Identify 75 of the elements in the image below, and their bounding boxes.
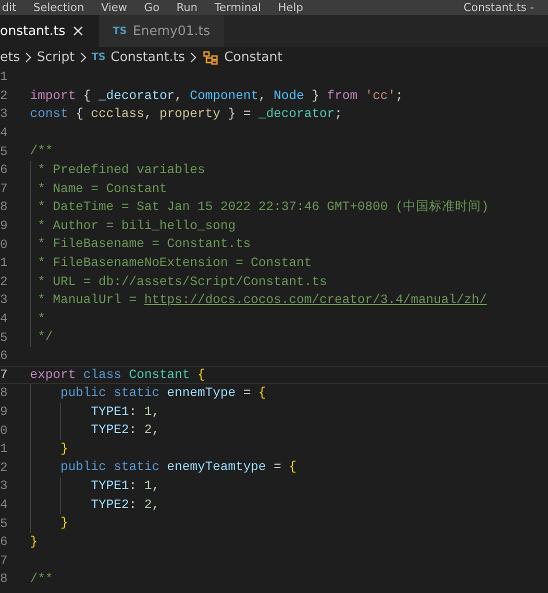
line-number: 9	[0, 217, 9, 236]
line-number: 2	[0, 272, 9, 291]
line-number: 9	[0, 402, 9, 421]
code-line: */	[36, 328, 53, 346]
line-number: 5	[0, 328, 9, 347]
tab-label: Enemy01.ts	[132, 24, 210, 38]
line-number: 6	[0, 533, 9, 552]
chevron-icon	[24, 52, 32, 63]
breadcrumb-item[interactable]: Constant.ts	[110, 50, 186, 66]
code-line: * Name = Constant	[36, 180, 168, 198]
menu-item[interactable]: Selection	[33, 0, 84, 15]
line-number: 0	[0, 422, 9, 440]
line-number: 5	[0, 142, 9, 161]
code-line: *	[36, 310, 46, 328]
chevron-icon	[190, 52, 198, 63]
line-number: 2	[0, 458, 9, 477]
tab-label: onstant.ts	[0, 24, 66, 38]
code-line: }	[59, 514, 68, 532]
code-line: TYPE1: 1,	[90, 477, 160, 496]
line-number: 4	[0, 124, 9, 142]
code-line: * URL = db://assets/Script/Constant.ts	[36, 272, 327, 291]
line-number: 7	[0, 552, 9, 570]
code-line: * ManualUrl = https://docs.cocos.com/creator/3.4/manual/zh/	[36, 291, 487, 310]
code-line: TYPE2: 2,	[90, 496, 160, 514]
line-number: 1	[0, 68, 9, 86]
code-line: TYPE2: 2,	[90, 421, 160, 440]
line-number: 1	[0, 254, 9, 272]
typescript-icon: TS	[92, 52, 106, 63]
line-number: 6	[0, 347, 9, 366]
menu-item[interactable]: Run	[176, 0, 198, 15]
editor-tab[interactable]: TS Enemy01.ts	[98, 15, 224, 47]
line-number: 8	[0, 570, 9, 588]
typescript-icon: TS	[112, 26, 127, 36]
line-number: 7	[0, 366, 9, 384]
code-line: * DateTime = Sat Jan 15 2022 22:37:46 GMT+0800 (中国标准时间)	[36, 198, 489, 216]
line-number: 3	[0, 477, 9, 496]
window-title: Constant.ts -	[464, 0, 535, 15]
line-number: 4	[0, 496, 9, 514]
line-number: 4	[0, 310, 9, 328]
code-line: TYPE1: 1,	[90, 402, 160, 421]
line-number: 8	[0, 198, 9, 216]
line-number: 7	[0, 180, 9, 198]
code-line: const { ccclass, property } = _decorator;	[30, 105, 342, 124]
code-line: public static enemyTeamtype = {	[59, 458, 296, 476]
code-line: }	[30, 532, 38, 551]
editor-tab[interactable]: onstant.ts ×	[0, 15, 99, 47]
close-icon[interactable]: ×	[71, 23, 85, 39]
code-line: * FileBasenameNoExtension = Constant	[36, 254, 312, 272]
line-number: 0	[0, 236, 9, 254]
code-line: /**	[30, 570, 53, 588]
line-number: 6	[0, 161, 9, 180]
breadcrumb-item[interactable]: Constant	[224, 50, 283, 66]
line-number: 2	[0, 86, 9, 105]
breadcrumb-item[interactable]: Script	[36, 50, 75, 66]
menu-item[interactable]: View	[101, 0, 128, 15]
menu-item[interactable]: dit	[2, 0, 16, 15]
line-number: 3	[0, 291, 9, 310]
code-line: * FileBasename = Constant.ts	[36, 235, 251, 254]
line-number: 3	[0, 105, 9, 124]
breadcrumb-item[interactable]: ets	[0, 50, 20, 66]
line-number: 1	[0, 440, 9, 458]
menu-item[interactable]: Terminal	[214, 0, 262, 15]
code-line: export class Constant {	[30, 366, 206, 384]
menu-item[interactable]: Go	[144, 0, 160, 15]
code-line: * Author = bili_hello_song	[36, 216, 236, 235]
code-line: * Predefined variables	[36, 160, 206, 179]
line-number: 5	[0, 514, 9, 533]
line-number: 8	[0, 384, 9, 402]
menu-item[interactable]: Help	[278, 0, 304, 15]
code-line: public static ennemType = {	[59, 384, 266, 402]
code-line: import { _decorator, Component, Node } from 'cc';	[30, 86, 404, 105]
chevron-icon	[80, 52, 87, 63]
code-line: /**	[30, 142, 53, 160]
class-icon	[203, 50, 220, 64]
code-line: }	[59, 440, 68, 458]
